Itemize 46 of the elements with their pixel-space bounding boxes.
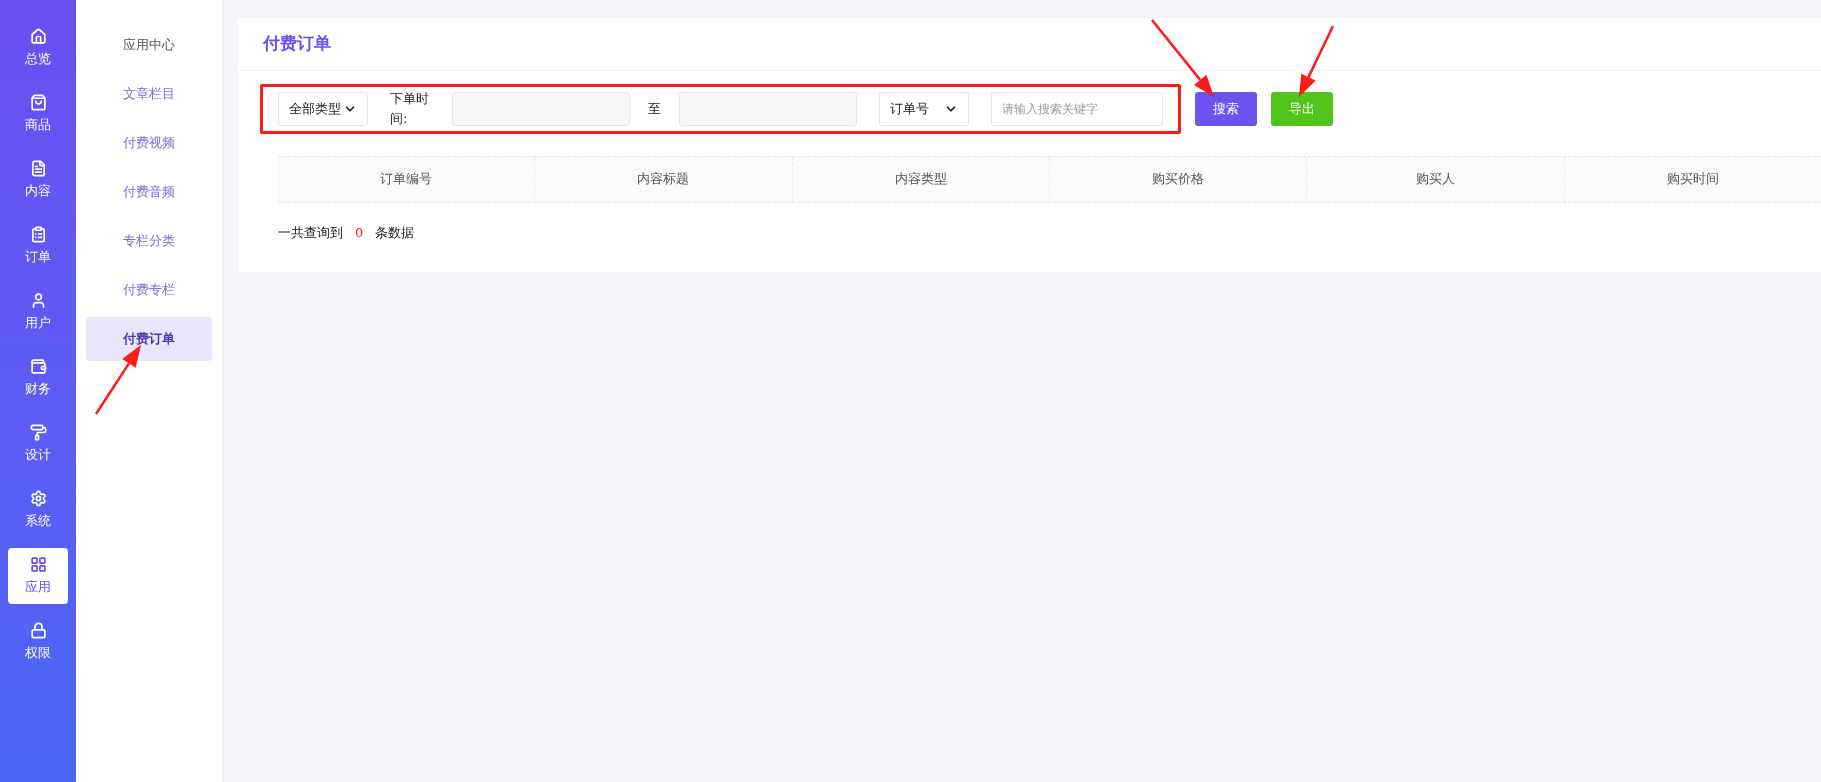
home-icon bbox=[29, 27, 47, 45]
column-header: 购买人 bbox=[1306, 156, 1564, 202]
subnav-item[interactable]: 付费音频 bbox=[86, 170, 212, 214]
search-button[interactable]: 搜索 bbox=[1195, 91, 1257, 126]
grid-icon bbox=[29, 555, 47, 573]
nav-item[interactable]: 财务 bbox=[8, 350, 68, 406]
column-header: 购买价格 bbox=[1049, 156, 1307, 202]
time-label: 下单时间: bbox=[390, 90, 431, 128]
nav-item[interactable]: 总览 bbox=[8, 20, 68, 76]
result-count: 0 bbox=[355, 223, 364, 242]
bag-icon bbox=[29, 93, 47, 111]
end-date-field[interactable] bbox=[678, 91, 857, 126]
column-header: 内容标题 bbox=[534, 156, 792, 202]
result-count-suffix: 条数据 bbox=[375, 223, 415, 242]
column-header: 购买时间 bbox=[1563, 156, 1821, 202]
nav-item[interactable]: 商品 bbox=[8, 86, 68, 142]
nav-item[interactable]: 订单 bbox=[8, 218, 68, 274]
column-header: 内容类型 bbox=[791, 156, 1049, 202]
start-date-field[interactable] bbox=[451, 91, 630, 126]
settings-icon bbox=[29, 489, 47, 507]
document-icon bbox=[29, 159, 47, 177]
nav-item[interactable]: 内容 bbox=[8, 152, 68, 208]
nav-item[interactable]: 系统 bbox=[8, 482, 68, 538]
nav-item[interactable]: 设计 bbox=[8, 416, 68, 472]
column-header: 订单编号 bbox=[379, 170, 434, 189]
paint-roller-icon bbox=[29, 423, 47, 441]
subnav-item[interactable]: 文章栏目 bbox=[86, 72, 212, 116]
subnav-item[interactable]: 付费专栏 bbox=[86, 268, 212, 312]
subnav-item[interactable]: 专栏分类 bbox=[86, 219, 212, 263]
clipboard-icon bbox=[29, 225, 47, 243]
nav-item[interactable]: 应用 bbox=[8, 548, 68, 604]
wallet-icon bbox=[29, 357, 47, 375]
annotation-arrow bbox=[94, 345, 141, 415]
field-select[interactable]: 订单号 bbox=[878, 91, 969, 126]
page-title: 付费订单 bbox=[263, 32, 332, 55]
range-separator: 至 bbox=[647, 99, 661, 118]
annotation-arrow bbox=[1299, 25, 1335, 97]
nav-item[interactable]: 用户 bbox=[8, 284, 68, 340]
subnav-item[interactable]: 应用中心 bbox=[86, 23, 212, 67]
result-count-label: 一共查询到 bbox=[278, 223, 343, 242]
nav-item[interactable]: 权限 bbox=[8, 614, 68, 670]
subnav-item[interactable]: 付费视频 bbox=[86, 121, 212, 165]
lock-icon bbox=[29, 621, 47, 639]
subnav-item[interactable]: 付费订单 bbox=[86, 317, 212, 361]
keyword-search-field[interactable]: 请输入搜索关键字 bbox=[991, 91, 1163, 126]
type-select[interactable]: 全部类型 bbox=[278, 91, 369, 126]
